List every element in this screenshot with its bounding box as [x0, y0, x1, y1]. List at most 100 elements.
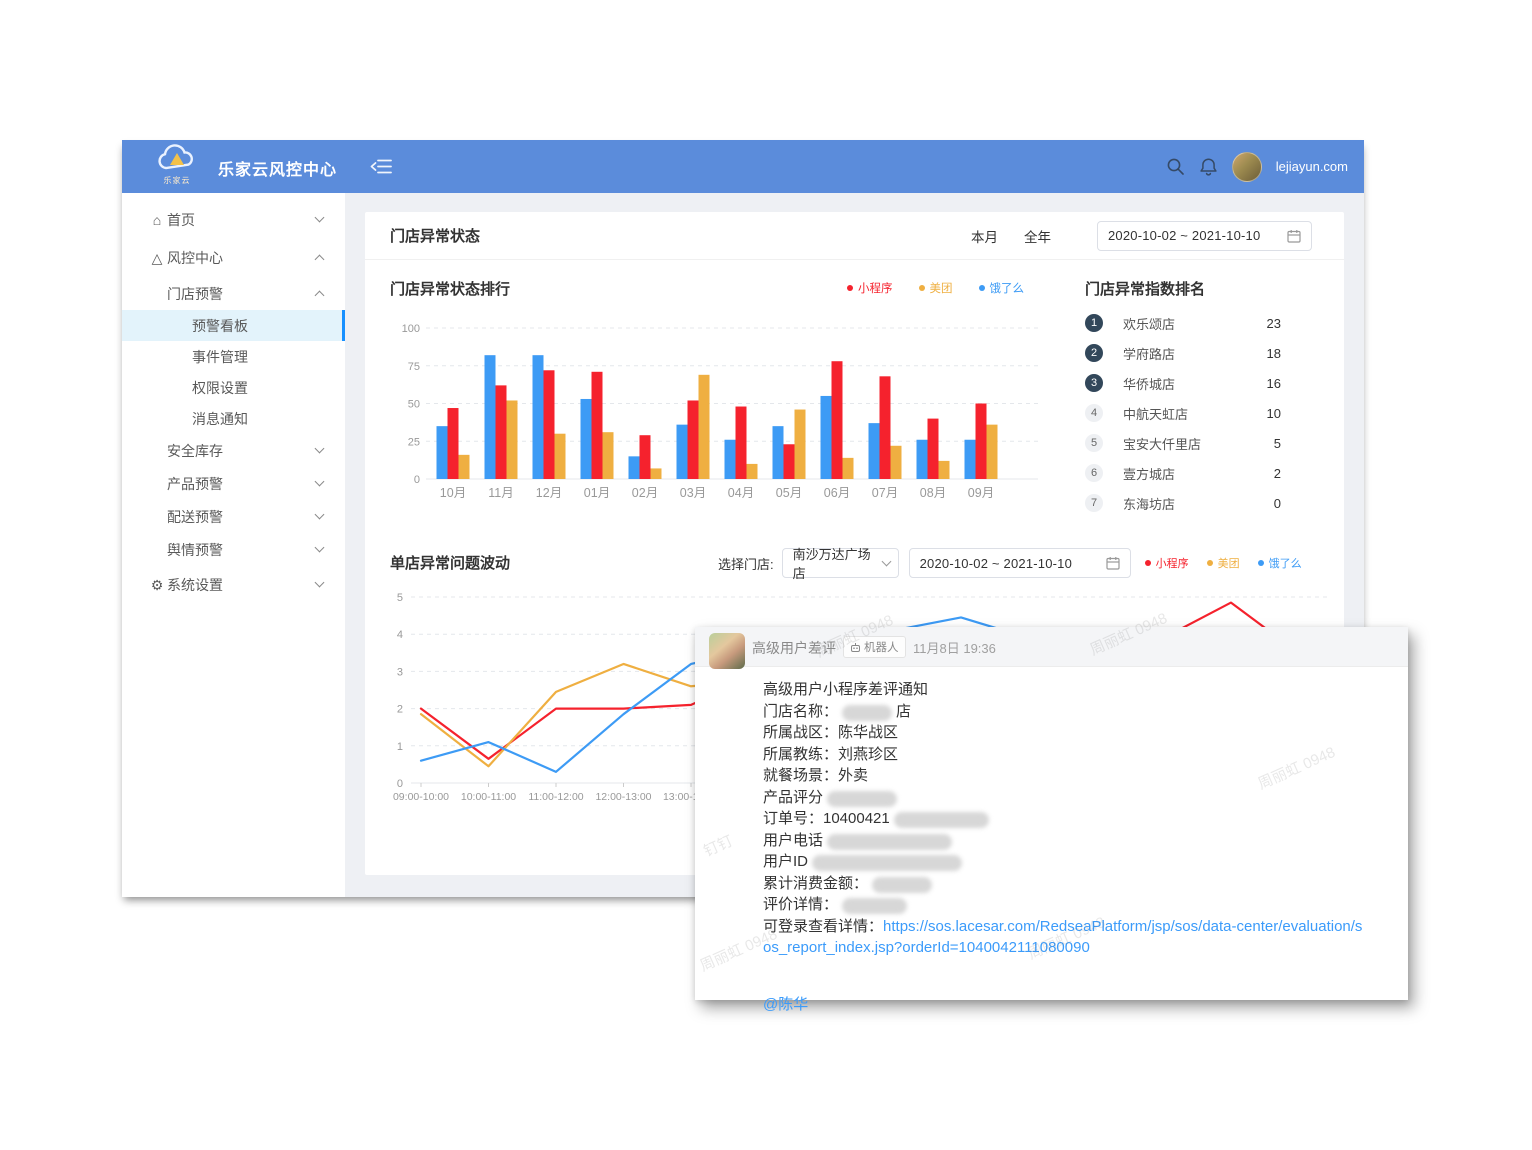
- sidebar-item-消息通知[interactable]: 消息通知: [122, 403, 345, 434]
- menu-fold-icon[interactable]: [370, 158, 392, 175]
- screenshot-stage: 乐家云 乐家云风控中心 lejiayun.com: [0, 0, 1532, 1150]
- sidebar-item-权限设置[interactable]: 权限设置: [122, 372, 345, 403]
- sidebar-item-预警看板[interactable]: 预警看板: [122, 310, 345, 341]
- ranking-row[interactable]: 4中航天虹店10: [1085, 398, 1281, 428]
- chat-text: 可登录查看详情：: [763, 918, 883, 935]
- user-avatar[interactable]: [1232, 152, 1262, 182]
- sidebar-item-label: 风控中心: [167, 248, 223, 268]
- legend-dot: [979, 285, 985, 291]
- chat-text: 累计消费金额：: [763, 875, 868, 892]
- chat-text: 就餐场景：外卖: [763, 767, 868, 784]
- sidebar-item-label: 舆情预警: [167, 540, 223, 560]
- chat-message-overlay: 高级用户差评 机器人 11月8日 19:36 高级用户小程序差评通知门店名称：店…: [695, 627, 1408, 1000]
- legend-item-饿了么[interactable]: 饿了么: [1258, 555, 1302, 571]
- cloud-icon: △: [148, 250, 166, 267]
- tab-this-month[interactable]: 本月: [971, 226, 998, 246]
- date-range-value-2: 2020-10-02 ~ 2021-10-10: [920, 556, 1106, 571]
- sidebar-item-门店预警[interactable]: 门店预警: [122, 277, 345, 310]
- home-icon: ⌂: [148, 212, 166, 228]
- svg-text:1: 1: [397, 741, 403, 753]
- chat-sender-avatar: [709, 633, 745, 669]
- legend-dot: [1145, 560, 1151, 566]
- sidebar-item-首页[interactable]: ⌂首页: [122, 201, 345, 239]
- svg-text:01月: 01月: [584, 486, 610, 500]
- chat-message-line: 产品评分: [763, 787, 1367, 809]
- tab-full-year[interactable]: 全年: [1024, 226, 1051, 246]
- chat-sender-name: 高级用户差评: [752, 638, 836, 658]
- store-select[interactable]: 南沙万达广场店: [782, 548, 899, 578]
- ranking-row[interactable]: 6壹方城店2: [1085, 458, 1281, 488]
- chat-message-line: @陈华: [763, 994, 1367, 1016]
- chevron-down-icon: [315, 213, 325, 223]
- line-chart-legend: 小程序 美团 饿了么: [1145, 555, 1302, 571]
- svg-text:25: 25: [408, 436, 420, 448]
- legend-item-小程序[interactable]: 小程序: [847, 280, 893, 296]
- ranking-row[interactable]: 1欢乐颂店23: [1085, 308, 1281, 338]
- chevron-down-icon: [315, 542, 325, 552]
- svg-text:11:00-12:00: 11:00-12:00: [528, 791, 583, 803]
- svg-text:75: 75: [408, 361, 420, 373]
- svg-text:09:00-10:00: 09:00-10:00: [393, 791, 449, 803]
- watermark-text: 钉钉: [700, 830, 736, 861]
- rank-badge: 7: [1085, 494, 1103, 512]
- sidebar-item-风控中心[interactable]: △风控中心: [122, 239, 345, 277]
- sidebar-item-系统设置[interactable]: ⚙系统设置: [122, 566, 345, 604]
- bell-icon[interactable]: [1199, 157, 1218, 177]
- date-range-picker-2[interactable]: 2020-10-02 ~ 2021-10-10: [909, 548, 1131, 578]
- chat-header: 高级用户差评 机器人 11月8日 19:36: [695, 627, 1408, 667]
- svg-text:10:00-11:00: 10:00-11:00: [461, 791, 516, 803]
- chat-text: 高级用户小程序差评通知: [763, 681, 928, 698]
- sidebar-item-事件管理[interactable]: 事件管理: [122, 341, 345, 372]
- svg-text:03月: 03月: [680, 486, 706, 500]
- store-name: 学府路店: [1123, 344, 1175, 363]
- ranking-row[interactable]: 5宝安大仟里店5: [1085, 428, 1281, 458]
- sidebar-item-label: 首页: [167, 210, 195, 230]
- chat-text: 评价详情：: [763, 896, 838, 913]
- bar-chart: 025507510010月11月12月01月02月03月04月05月06月07月…: [390, 307, 1050, 512]
- svg-text:3: 3: [397, 666, 403, 678]
- sidebar-item-安全库存[interactable]: 安全库存: [122, 434, 345, 467]
- chevron-down-icon: [881, 557, 891, 567]
- ranking-row[interactable]: 2 学府路店 18: [1085, 338, 1281, 368]
- bar-chart-legend: 小程序 美团 饿了么: [847, 280, 1024, 296]
- redacted-blur: [842, 705, 892, 721]
- user-domain[interactable]: lejiayun.com: [1276, 159, 1348, 174]
- ranking-row[interactable]: 3华侨城店16: [1085, 368, 1281, 398]
- chat-text: 产品评分: [763, 789, 823, 806]
- sidebar-item-产品预警[interactable]: 产品预警: [122, 467, 345, 500]
- rank-badge: 1: [1085, 314, 1103, 332]
- abnormal-index-value: 0: [1274, 496, 1281, 511]
- svg-text:2: 2: [397, 704, 403, 716]
- legend-item-饿了么[interactable]: 饿了么: [979, 280, 1025, 296]
- store-select-label: 选择门店:: [718, 554, 774, 573]
- abnormal-index-value: 2: [1274, 466, 1281, 481]
- svg-text:05月: 05月: [776, 486, 802, 500]
- svg-text:4: 4: [397, 629, 403, 641]
- legend-label: 小程序: [1156, 555, 1189, 571]
- legend-item-美团[interactable]: 美团: [919, 280, 953, 296]
- svg-text:50: 50: [408, 399, 420, 411]
- legend-item-小程序[interactable]: 小程序: [1145, 555, 1189, 571]
- app-title: 乐家云风控中心: [218, 156, 337, 180]
- chevron-down-icon: [315, 443, 325, 453]
- abnormal-index-value: 18: [1267, 346, 1281, 361]
- chat-message-line: 门店名称：店: [763, 701, 1367, 723]
- legend-dot: [1207, 560, 1213, 566]
- ranking-row[interactable]: 7东海坊店0: [1085, 488, 1281, 518]
- sidebar-item-配送预警[interactable]: 配送预警: [122, 500, 345, 533]
- legend-label: 美团: [930, 280, 953, 296]
- sidebar-item-舆情预警[interactable]: 舆情预警: [122, 533, 345, 566]
- page-title: 门店异常状态: [390, 225, 971, 246]
- search-icon[interactable]: [1166, 157, 1185, 176]
- calendar-icon: [1287, 229, 1301, 243]
- bot-badge: 机器人: [843, 636, 906, 658]
- chat-text: 订单号：10400421: [763, 810, 890, 827]
- chevron-up-icon: [315, 290, 325, 300]
- abnormal-index-value: 5: [1274, 436, 1281, 451]
- rank-badge: 2: [1085, 344, 1103, 362]
- svg-text:5: 5: [397, 592, 403, 604]
- svg-text:07月: 07月: [872, 486, 898, 500]
- svg-text:11月: 11月: [488, 486, 513, 500]
- legend-item-美团[interactable]: 美团: [1207, 555, 1240, 571]
- date-range-picker[interactable]: 2020-10-02 ~ 2021-10-10: [1097, 221, 1312, 251]
